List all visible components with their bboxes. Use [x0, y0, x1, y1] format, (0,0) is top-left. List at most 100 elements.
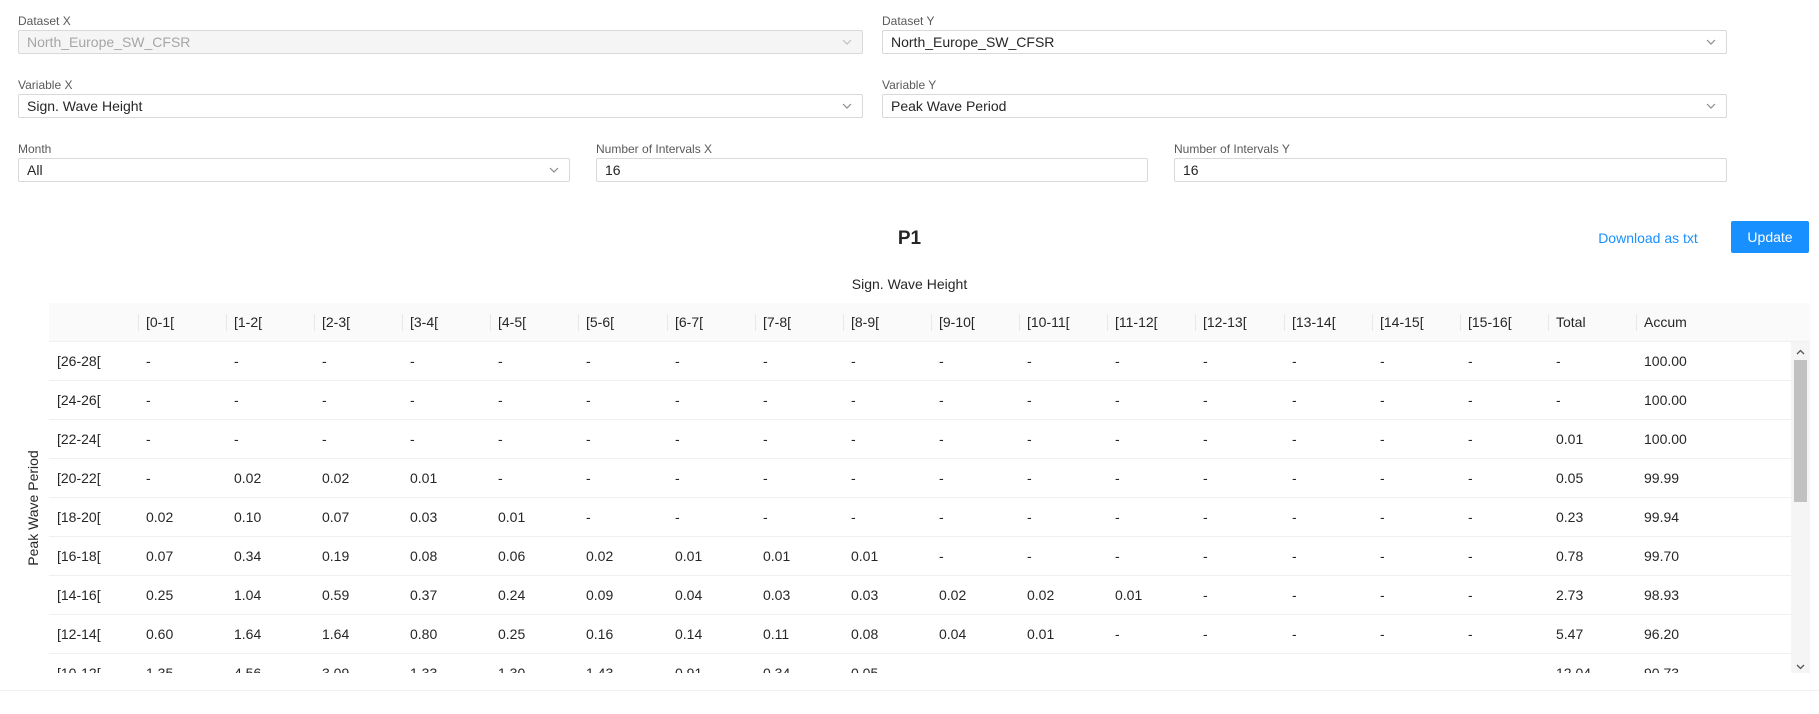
table-row: [14-16[0.25 1.04 0.59 0.37 0.24 0.09 0.04 0.03 0… — [49, 576, 1791, 615]
row-header-cell: [16-18[ — [57, 548, 101, 564]
table-cell: - — [1115, 392, 1120, 408]
column-header-label: [5-6[ — [586, 314, 615, 330]
table-cell: 0.25 — [498, 626, 526, 642]
column-header-label: Total — [1556, 314, 1586, 330]
column-divider — [490, 314, 491, 331]
intervals-x-label: Number of Intervals X — [596, 142, 713, 156]
intervals-y-input[interactable]: 16 — [1174, 158, 1727, 182]
column-divider — [138, 314, 139, 331]
table-cell: - — [851, 353, 856, 369]
column-header: [13-14[ — [1284, 303, 1372, 342]
column-divider — [578, 314, 579, 331]
table-cell: - — [675, 431, 680, 447]
table-cell: 1.35 — [146, 665, 174, 673]
column-divider — [931, 314, 932, 331]
intervals-x-input[interactable]: 16 — [596, 158, 1148, 182]
variable-x-select[interactable]: Sign. Wave Height — [18, 94, 863, 118]
table-cell: - — [1203, 353, 1208, 369]
header-corner-cell — [49, 303, 138, 342]
table-cell: - — [1027, 431, 1032, 447]
table-cell: - — [1468, 626, 1473, 642]
table-cell: - — [939, 392, 944, 408]
table-cell: 0.14 — [675, 626, 703, 642]
table-cell: 0.04 — [939, 626, 967, 642]
column-header-label: [9-10[ — [939, 314, 975, 330]
table-cell: 0.11 — [763, 626, 790, 642]
month-select[interactable]: All — [18, 158, 570, 182]
table-cell: - — [939, 353, 944, 369]
table-cell: - — [322, 353, 327, 369]
table-cell: - — [1556, 353, 1561, 369]
table-cell: 12.04 — [1556, 665, 1592, 673]
table-cell: - — [1203, 509, 1208, 525]
table-cell: - — [675, 392, 680, 408]
update-button[interactable]: Update — [1731, 221, 1809, 253]
table-cell: - — [498, 431, 503, 447]
table-cell: - — [1115, 509, 1120, 525]
table-cell: - — [675, 353, 680, 369]
intervals-y-value: 16 — [1183, 162, 1199, 178]
table-cell: 0.02 — [1027, 587, 1055, 603]
table-cell: - — [410, 353, 415, 369]
table-cell: - — [1115, 626, 1120, 642]
table-cell: - — [498, 392, 503, 408]
table-cell: - — [1468, 353, 1473, 369]
table-cell: 0.59 — [322, 587, 350, 603]
table-row: [20-22[- 0.02 0.02 0.01 - - - - - - - - - - - - 0.05 99.9… — [49, 459, 1791, 498]
variable-y-field: Variable Y Peak Wave Period — [882, 76, 1727, 118]
table-cell: - — [146, 353, 151, 369]
table-cell: - — [1380, 470, 1385, 486]
table-cell: - — [410, 431, 415, 447]
table-cell: - — [939, 431, 944, 447]
table-cell: 1.30 — [498, 665, 526, 673]
column-divider — [1548, 314, 1549, 331]
column-header: [7-8[ — [755, 303, 843, 342]
column-header: [15-16[ — [1460, 303, 1548, 342]
column-divider — [1019, 314, 1020, 331]
dataset-y-select[interactable]: North_Europe_SW_CFSR — [882, 30, 1727, 54]
table-cell: - — [1468, 509, 1473, 525]
column-divider — [402, 314, 403, 331]
table-cell — [1019, 654, 1027, 673]
table-row: [10-12[1.35 4.56 3.09 1.33 1.30 1.43 0.91 0.34 0… — [49, 654, 1791, 673]
table-cell: - — [1292, 353, 1297, 369]
row-header-cell: [22-24[ — [57, 431, 101, 447]
table-cell: 0.34 — [763, 665, 791, 673]
table-cell: - — [1292, 392, 1297, 408]
table-cell: 0.01 — [763, 548, 791, 564]
row-header-cell: [26-28[ — [57, 353, 101, 369]
dataset-x-select[interactable]: North_Europe_SW_CFSR — [18, 30, 863, 54]
row-header-cell: [18-20[ — [57, 509, 101, 525]
column-header: [11-12[ — [1107, 303, 1195, 342]
table-cell: 0.02 — [234, 470, 262, 486]
chevron-down-icon — [1706, 37, 1716, 47]
table-cell: 100.00 — [1644, 431, 1687, 447]
column-divider — [667, 314, 668, 331]
table-cell: - — [234, 431, 239, 447]
column-header: [1-2[ — [226, 303, 314, 342]
scroll-down-icon[interactable] — [1795, 659, 1806, 670]
table-cell: - — [1292, 470, 1297, 486]
download-txt-button[interactable]: Download as txt — [1588, 222, 1708, 254]
scrollbar-thumb[interactable] — [1794, 360, 1807, 502]
row-header-cell: [24-26[ — [57, 392, 101, 408]
variable-y-select[interactable]: Peak Wave Period — [882, 94, 1727, 118]
column-divider — [314, 314, 315, 331]
table-cell: - — [586, 470, 591, 486]
dataset-x-label: Dataset X — [18, 14, 71, 28]
table-cell: 100.00 — [1644, 392, 1687, 408]
table-cell: - — [675, 509, 680, 525]
column-header: [6-7[ — [667, 303, 755, 342]
table-cell: 0.06 — [498, 548, 526, 564]
table-cell: - — [1292, 509, 1297, 525]
table-cell: - — [1115, 470, 1120, 486]
table-scrollbar[interactable] — [1791, 342, 1810, 673]
table-cell: - — [1468, 548, 1473, 564]
table-cell: 100.00 — [1644, 353, 1687, 369]
chevron-down-icon — [842, 37, 852, 47]
table-cell: - — [1380, 626, 1385, 642]
table-cell: - — [234, 353, 239, 369]
table-header: [0-1[[1-2[[2-3[[3-4[[4-5[[5-6[[6-7[[7-8[… — [49, 303, 1810, 342]
scroll-up-icon[interactable] — [1795, 345, 1806, 356]
table-cell: 5.47 — [1556, 626, 1584, 642]
